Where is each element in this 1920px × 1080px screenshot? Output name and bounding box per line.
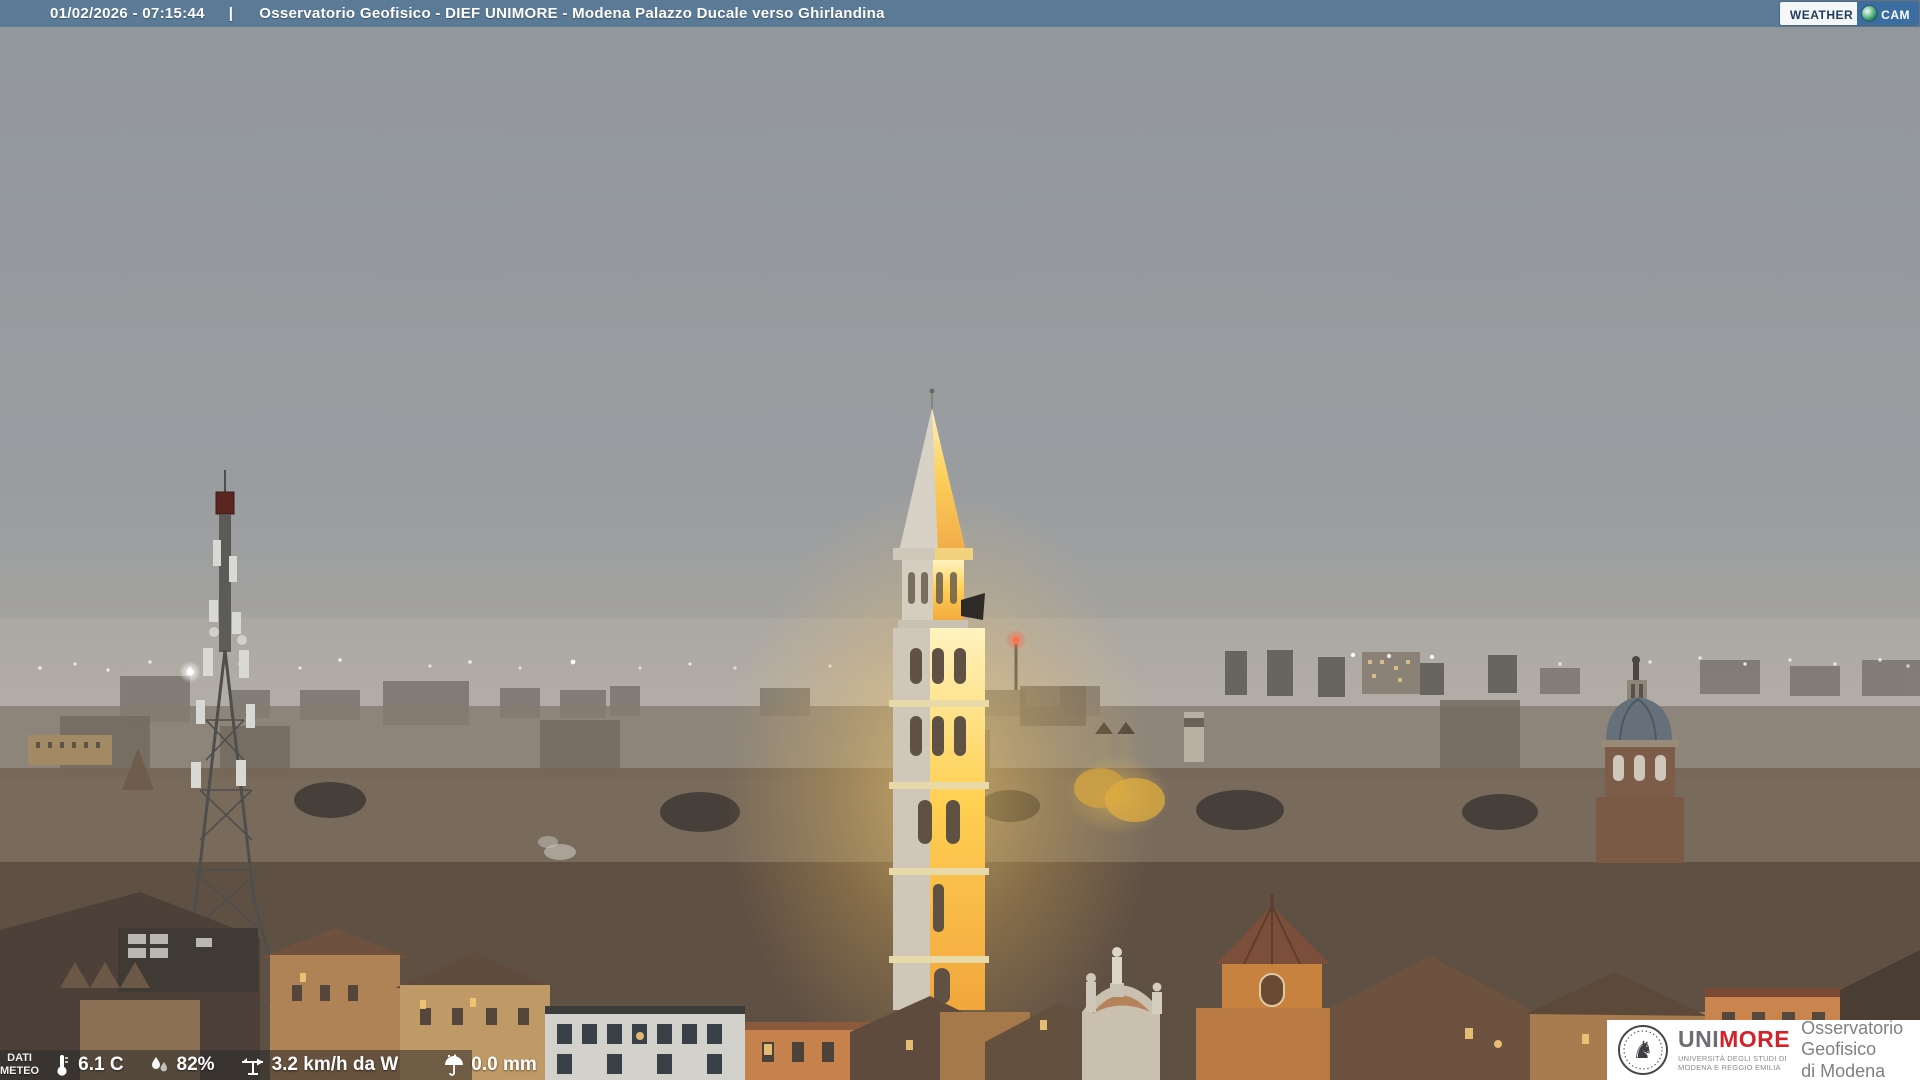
humidity-value: 82% [176,1054,215,1075]
weather-data-bar: DATI METEO 6.1 C 82% 3.2 km/h da W 0.0 m… [0,1050,537,1080]
webcam-scene [0,0,1920,1080]
rain-value: 0.0 mm [471,1054,537,1075]
wind-reading: 3.2 km/h da W [239,1053,399,1077]
datetime-label: 01/02/2026 - 07:15:44 [50,5,205,22]
weathercam-logo-cam: Cam [1881,3,1910,23]
topbar: 01/02/2026 - 07:15:44 | Osservatorio Geo… [0,0,1920,27]
separator: | [228,5,234,22]
weathercam-logo-cam-box: Cam [1857,2,1918,25]
unimore-brand-more: MORE [1719,1025,1791,1052]
unimore-brand: UNIMORE UNIVERSITÀ DEGLI STUDI DI MODENA… [1678,1025,1791,1073]
wind-value: 3.2 km/h da W [271,1054,399,1075]
webcam-frame: 01/02/2026 - 07:15:44 | Osservatorio Geo… [0,0,1920,1080]
wind-vane-icon [241,1058,263,1075]
unimore-credit: ♞ UNIMORE UNIVERSITÀ DEGLI STUDI DI MODE… [1607,1017,1920,1080]
observatory-name: Osservatorio Geofisico di Modena [1801,1017,1904,1080]
svg-text:♞: ♞ [1632,1037,1654,1064]
dati-meteo-label: DATI METEO [0,1052,40,1077]
camera-title: Osservatorio Geofisico - DIEF UNIMORE - … [259,5,885,22]
humidity-drops-icon [151,1057,167,1072]
weathercam-logo: Weather Cam [1779,2,1918,25]
umbrella-icon [445,1054,464,1076]
unimore-brand-uni: UNI [1678,1025,1720,1052]
unimore-subtitle-line1: UNIVERSITÀ DEGLI STUDI DI [1678,1053,1787,1063]
temperature-value: 6.1 C [78,1054,124,1075]
temperature-reading: 6.1 C [51,1053,124,1077]
humidity-reading: 82% [148,1053,215,1077]
rain-reading: 0.0 mm [442,1053,537,1077]
unimore-subtitle-line2: MODENA E REGGIO EMILIA [1678,1063,1781,1072]
weathercam-logo-weather: Weather [1779,2,1858,25]
thermometer-icon [57,1055,69,1076]
unimore-seal-icon: ♞ [1618,1025,1668,1075]
camera-lens-icon [1861,5,1879,22]
